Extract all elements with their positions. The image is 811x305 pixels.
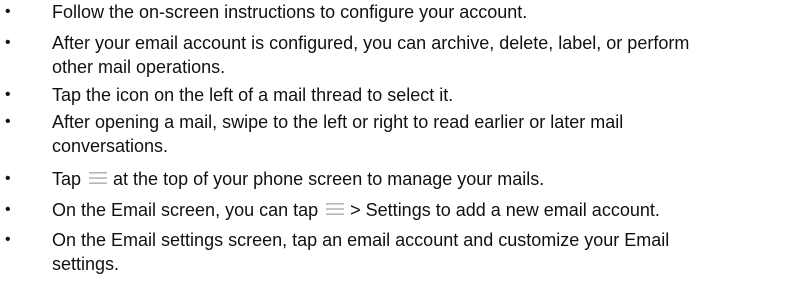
- list-item-text: Tap the icon on the left of a mail threa…: [52, 85, 454, 105]
- list-item-text-continued: conversations.: [52, 136, 169, 156]
- bullet: •: [5, 201, 11, 218]
- list-item-text: After your email account is configured, …: [52, 33, 690, 53]
- bullet: •: [5, 3, 11, 20]
- bullet: •: [5, 34, 11, 51]
- menu-icon: [326, 203, 345, 216]
- list-item-text-before: Tap: [52, 169, 82, 189]
- bullet: •: [5, 113, 11, 130]
- bullet: •: [5, 170, 11, 187]
- list-item-text: Follow the on-screen instructions to con…: [52, 2, 528, 22]
- list-item-text: On the Email settings screen, tap an ema…: [52, 230, 670, 250]
- bullet: •: [5, 86, 11, 103]
- menu-icon: [89, 172, 108, 185]
- list-item-text-before: On the Email screen, you can tap: [52, 200, 319, 220]
- list-item-text-after: at the top of your phone screen to manag…: [113, 169, 545, 189]
- list-item-text-continued: settings.: [52, 254, 120, 274]
- list-item-text: After opening a mail, swipe to the left …: [52, 112, 624, 132]
- bullet: •: [5, 231, 11, 248]
- list-item-text-continued: other mail operations.: [52, 57, 226, 77]
- list-item-text-after: > Settings to add a new email account.: [350, 200, 660, 220]
- instruction-list: • Follow the on-screen instructions to c…: [0, 0, 811, 305]
